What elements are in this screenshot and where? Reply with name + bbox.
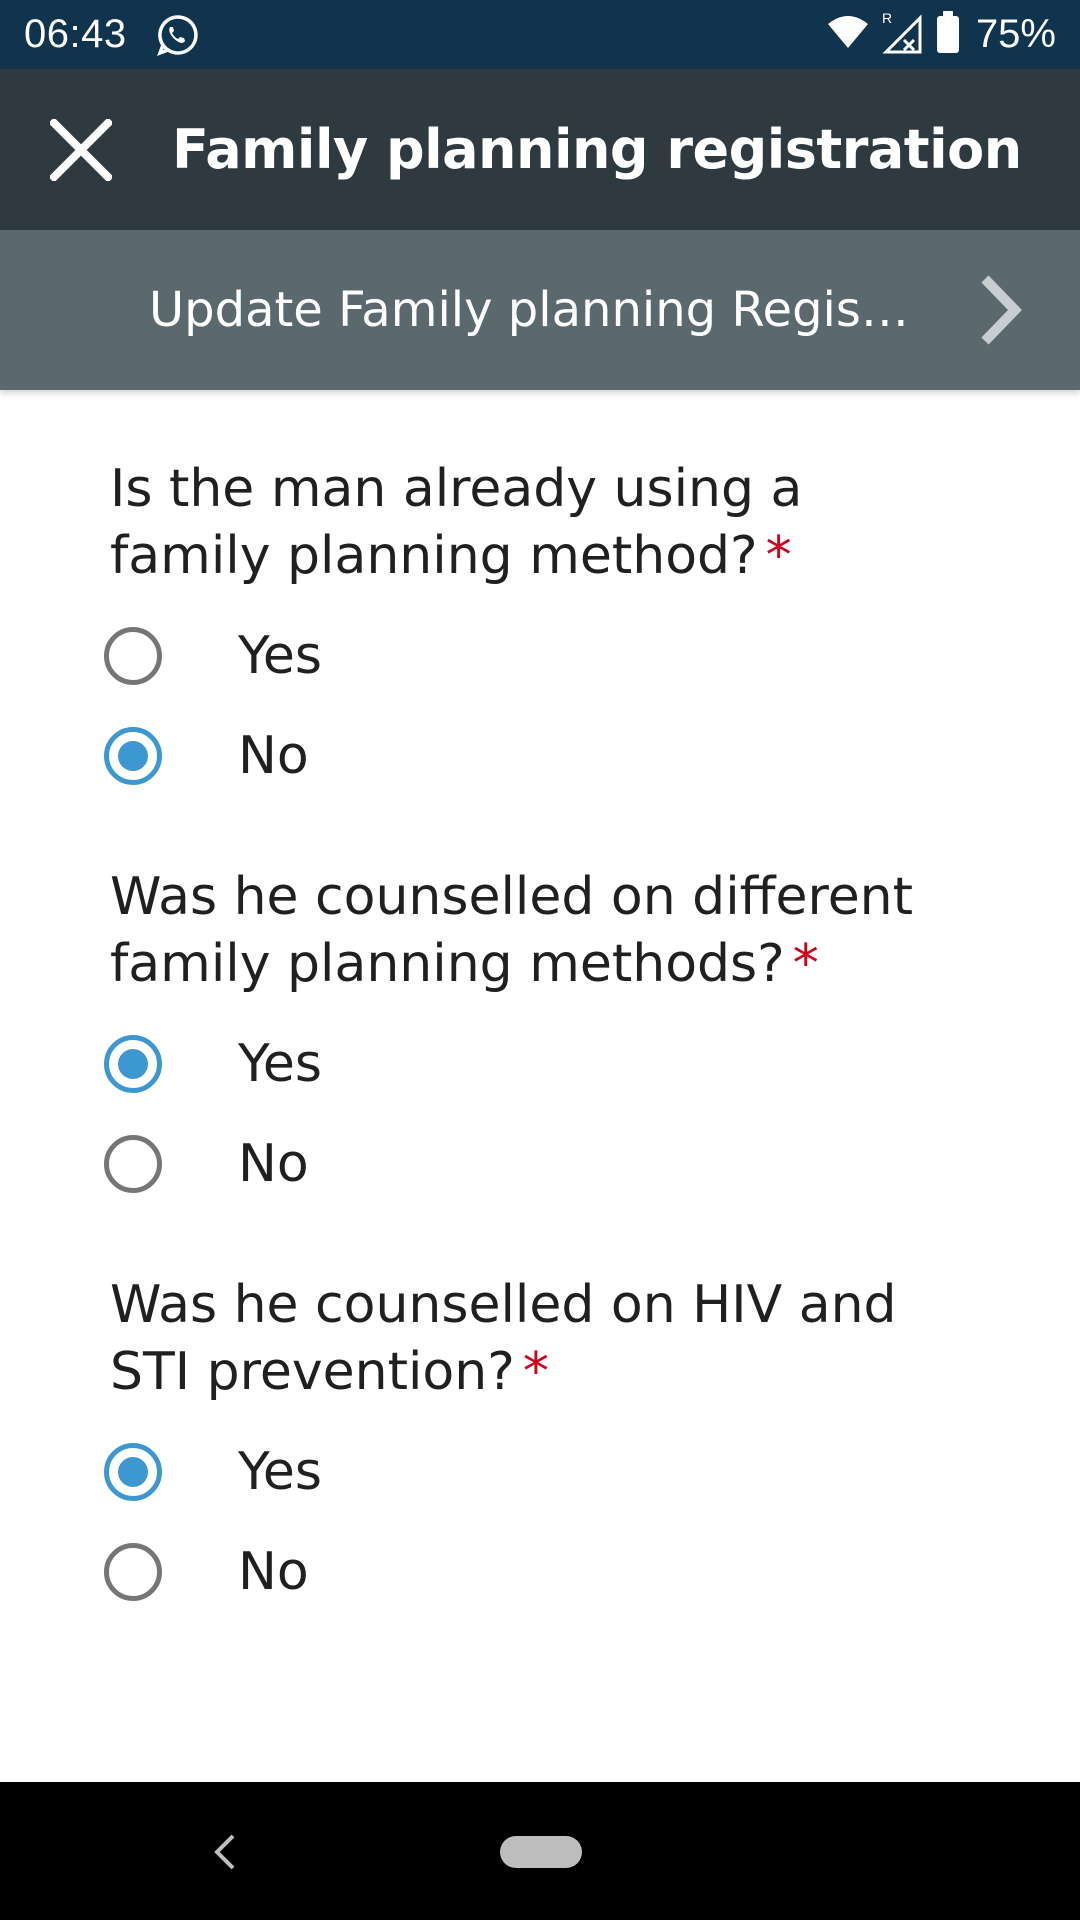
status-icons: R 75%: [826, 10, 1056, 59]
back-icon[interactable]: [205, 1828, 245, 1876]
wifi-icon: [826, 12, 870, 57]
question-label: Was he counselled on different family pl…: [110, 864, 970, 998]
radio-option-no[interactable]: No: [0, 1114, 1080, 1214]
option-label: Yes: [238, 626, 322, 686]
radio-option-yes[interactable]: Yes: [0, 1014, 1080, 1114]
whatsapp-icon: [155, 13, 199, 57]
option-label: No: [238, 726, 309, 786]
question-text: Was he counselled on HIV and STI prevent…: [110, 1275, 897, 1402]
close-button[interactable]: [48, 117, 114, 183]
section-title: Update Family planning Registr…: [149, 282, 909, 338]
question-text: Is the man already using a family planni…: [110, 459, 803, 586]
radio-button-selected[interactable]: [104, 727, 162, 785]
option-label: No: [238, 1542, 309, 1602]
question-label: Is the man already using a family planni…: [110, 456, 970, 590]
section-header: Update Family planning Registr…: [0, 230, 1080, 390]
close-icon: [50, 118, 112, 181]
page-title: Family planning registration: [172, 118, 1022, 181]
radio-button[interactable]: [104, 1135, 162, 1193]
required-marker: *: [792, 934, 819, 994]
signal-roaming-icon: R: [882, 10, 924, 59]
battery-icon: [936, 11, 960, 58]
radio-button[interactable]: [104, 627, 162, 685]
status-bar: 06:43 R 75%: [0, 0, 1080, 69]
system-nav-bar: [0, 1782, 1080, 1920]
status-time: 06:43: [24, 12, 127, 56]
question-label: Was he counselled on HIV and STI prevent…: [110, 1272, 970, 1406]
option-label: Yes: [238, 1442, 322, 1502]
battery-level: 75%: [975, 12, 1056, 56]
chevron-right-icon: [981, 275, 1022, 345]
next-section-button[interactable]: [960, 270, 1040, 350]
required-marker: *: [522, 1342, 549, 1402]
radio-option-no[interactable]: No: [0, 706, 1080, 806]
radio-button[interactable]: [104, 1543, 162, 1601]
radio-option-no[interactable]: No: [0, 1522, 1080, 1622]
app-bar: Family planning registration: [0, 69, 1080, 230]
svg-text:R: R: [882, 10, 892, 26]
required-marker: *: [765, 526, 792, 586]
option-label: No: [238, 1134, 309, 1194]
home-pill-button[interactable]: [500, 1836, 582, 1868]
option-label: Yes: [238, 1034, 322, 1094]
radio-option-yes[interactable]: Yes: [0, 1422, 1080, 1522]
radio-option-yes[interactable]: Yes: [0, 606, 1080, 706]
radio-button-selected[interactable]: [104, 1035, 162, 1093]
radio-button-selected[interactable]: [104, 1443, 162, 1501]
